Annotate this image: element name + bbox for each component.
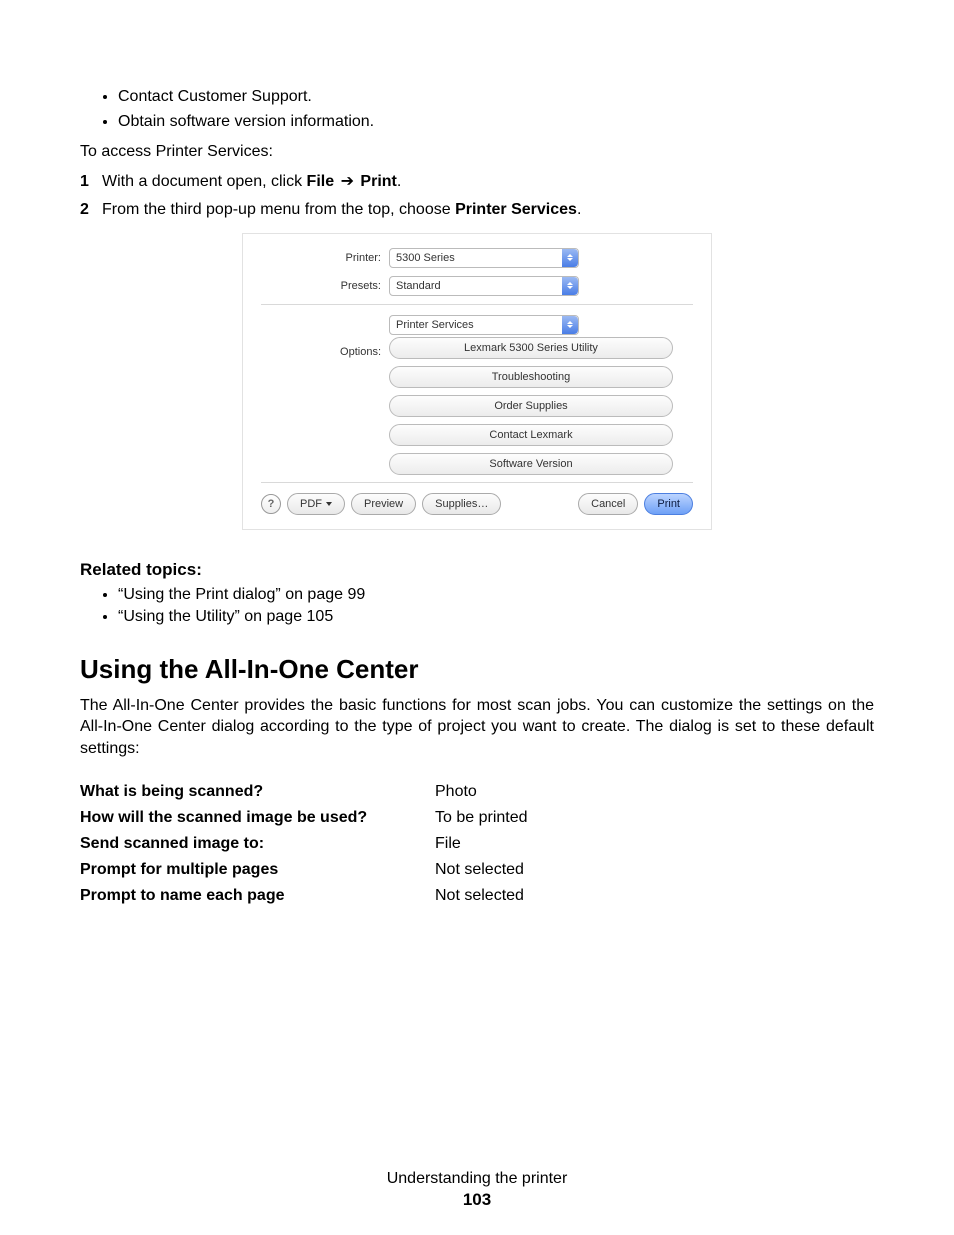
arrow-icon: ➔ xyxy=(341,173,354,190)
text: . xyxy=(397,173,401,190)
setting-label: How will the scanned image be used? xyxy=(80,805,435,831)
table-row: What is being scanned? Photo xyxy=(80,779,874,805)
top-bullet-list: Contact Customer Support. Obtain softwar… xyxy=(80,85,874,135)
numbered-steps: 1 With a document open, click File ➔ Pri… xyxy=(80,171,874,219)
presets-select-value: Standard xyxy=(396,280,441,292)
page-footer: Understanding the printer 103 xyxy=(0,1170,954,1210)
menu-print: Print xyxy=(360,173,396,190)
setting-label: What is being scanned? xyxy=(80,779,435,805)
setting-label: Prompt for multiple pages xyxy=(80,857,435,883)
caret-down-icon xyxy=(326,502,332,506)
setting-value: File xyxy=(435,831,874,857)
printer-select-value: 5300 Series xyxy=(396,252,455,264)
related-topics-heading: Related topics: xyxy=(80,560,874,580)
related-link-print-dialog[interactable]: “Using the Print dialog” on page 99 xyxy=(118,586,874,604)
default-settings-table: What is being scanned? Photo How will th… xyxy=(80,779,874,909)
panel-select-value: Printer Services xyxy=(396,319,474,331)
setting-label: Prompt to name each page xyxy=(80,883,435,909)
setting-value: Photo xyxy=(435,779,874,805)
printer-row: Printer: 5300 Series xyxy=(261,248,693,268)
list-item: Obtain software version information. xyxy=(118,110,874,135)
chevron-updown-icon xyxy=(562,316,578,334)
setting-label: Send scanned image to: xyxy=(80,831,435,857)
footer-section-name: Understanding the printer xyxy=(0,1170,954,1188)
step-1: 1 With a document open, click File ➔ Pri… xyxy=(80,171,874,191)
step-number-2: 2 xyxy=(80,201,102,219)
chevron-updown-icon xyxy=(562,249,578,267)
menu-file: File xyxy=(307,173,335,190)
divider xyxy=(261,304,693,305)
step-2-text: From the third pop-up menu from the top,… xyxy=(102,201,581,219)
text: From the third pop-up menu from the top,… xyxy=(102,201,455,218)
step-number-1: 1 xyxy=(80,173,102,191)
pdf-dropdown-button[interactable]: PDF xyxy=(287,493,345,515)
table-row: How will the scanned image be used? To b… xyxy=(80,805,874,831)
print-dialog: Printer: 5300 Series Presets: Standard P… xyxy=(242,233,712,530)
table-row: Prompt to name each page Not selected xyxy=(80,883,874,909)
chevron-updown-icon xyxy=(562,277,578,295)
aio-paragraph: The All-In-One Center provides the basic… xyxy=(80,695,874,760)
related-topics-list: “Using the Print dialog” on page 99 “Usi… xyxy=(80,586,874,626)
option-software-version-button[interactable]: Software Version xyxy=(389,453,673,475)
text: . xyxy=(577,201,581,218)
table-row: Prompt for multiple pages Not selected xyxy=(80,857,874,883)
presets-label: Presets: xyxy=(261,280,389,292)
setting-value: Not selected xyxy=(435,883,874,909)
presets-select[interactable]: Standard xyxy=(389,276,579,296)
printer-select[interactable]: 5300 Series xyxy=(389,248,579,268)
panel-row: Printer Services xyxy=(261,315,693,335)
step-2: 2 From the third pop-up menu from the to… xyxy=(80,201,874,219)
option-troubleshooting-button[interactable]: Troubleshooting xyxy=(389,366,673,388)
pdf-label: PDF xyxy=(300,498,322,510)
setting-value: Not selected xyxy=(435,857,874,883)
list-item: Contact Customer Support. xyxy=(118,85,874,110)
heading-all-in-one-center: Using the All-In-One Center xyxy=(80,654,874,685)
option-order-supplies-button[interactable]: Order Supplies xyxy=(389,395,673,417)
print-button[interactable]: Print xyxy=(644,493,693,515)
text: With a document open, click xyxy=(102,173,307,190)
page: Contact Customer Support. Obtain softwar… xyxy=(0,0,954,1235)
option-contact-lexmark-button[interactable]: Contact Lexmark xyxy=(389,424,673,446)
preview-button[interactable]: Preview xyxy=(351,493,416,515)
help-button[interactable]: ? xyxy=(261,494,281,514)
panel-select[interactable]: Printer Services xyxy=(389,315,579,335)
intro-line: To access Printer Services: xyxy=(80,143,874,161)
table-row: Send scanned image to: File xyxy=(80,831,874,857)
supplies-button[interactable]: Supplies… xyxy=(422,493,501,515)
divider xyxy=(261,482,693,483)
step-1-text: With a document open, click File ➔ Print… xyxy=(102,171,401,191)
presets-row: Presets: Standard xyxy=(261,276,693,296)
option-utility-button[interactable]: Lexmark 5300 Series Utility xyxy=(389,337,673,359)
options-label: Options: xyxy=(261,343,389,358)
page-number: 103 xyxy=(0,1190,954,1210)
menu-printer-services: Printer Services xyxy=(455,201,577,218)
setting-value: To be printed xyxy=(435,805,874,831)
cancel-button[interactable]: Cancel xyxy=(578,493,638,515)
dialog-footer: ? PDF Preview Supplies… Cancel Print xyxy=(261,493,693,517)
printer-label: Printer: xyxy=(261,252,389,264)
related-link-utility[interactable]: “Using the Utility” on page 105 xyxy=(118,608,874,626)
